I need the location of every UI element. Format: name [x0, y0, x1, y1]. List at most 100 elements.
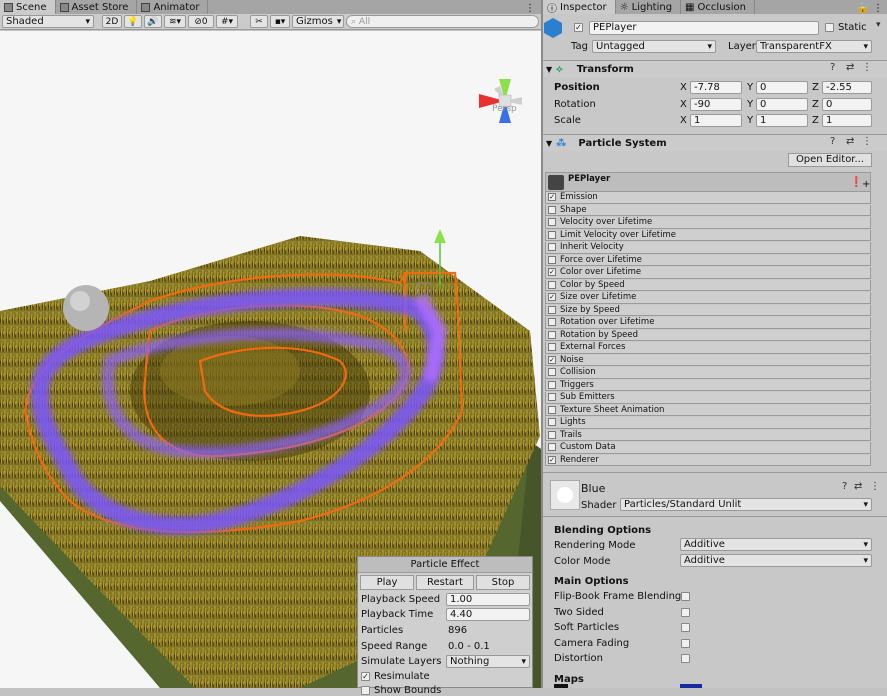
module-checkbox[interactable]	[548, 243, 556, 252]
module-row[interactable]: ✓ Emission	[545, 192, 871, 204]
module-row[interactable]: Custom Data	[545, 442, 871, 454]
tab-lighting[interactable]: ☼ Lighting	[616, 0, 682, 14]
persp-label[interactable]: Persp	[492, 104, 517, 114]
playback-speed-field[interactable]: 1.00	[446, 593, 530, 606]
particle-system-header[interactable]: ▼ ⁂ Particle System	[543, 134, 887, 151]
option-checkbox[interactable]	[681, 623, 690, 633]
module-row[interactable]: Collision	[545, 367, 871, 379]
help-icon[interactable]: ?	[830, 136, 835, 147]
static-checkbox[interactable]	[825, 23, 834, 32]
module-checkbox[interactable]	[548, 393, 556, 402]
shader-dropdown[interactable]: Particles/Standard Unlit	[620, 498, 872, 511]
tab-animator[interactable]: Animator	[137, 0, 209, 14]
shading-mode-dropdown[interactable]: Shaded	[2, 15, 94, 28]
module-row[interactable]: Triggers	[545, 379, 871, 391]
scale-x-field[interactable]: 1	[690, 114, 742, 127]
module-checkbox[interactable]	[548, 218, 556, 227]
module-checkbox[interactable]	[548, 368, 556, 377]
particle-system-block[interactable]: PEPlayer ❗ +	[545, 172, 871, 192]
scale-z-field[interactable]: 1	[822, 114, 872, 127]
resimulate-checkbox[interactable]: ✓	[361, 672, 370, 681]
map-thumbnail[interactable]	[554, 684, 568, 688]
module-checkbox[interactable]	[548, 305, 556, 314]
module-row[interactable]: Shape	[545, 204, 871, 216]
module-row[interactable]: ✓ Noise	[545, 354, 871, 366]
preset-icon[interactable]: ⇄	[854, 481, 862, 492]
audio-toggle-icon[interactable]: 🔊	[144, 15, 162, 28]
module-row[interactable]: Velocity over Lifetime	[545, 217, 871, 229]
module-checkbox[interactable]	[548, 443, 556, 452]
camera-settings-icon[interactable]: ▪▾	[270, 15, 290, 28]
component-menu-icon[interactable]: ⋮	[870, 481, 880, 492]
module-row[interactable]: Size by Speed	[545, 304, 871, 316]
help-icon[interactable]: ?	[830, 62, 835, 73]
color-swatch[interactable]	[680, 684, 702, 688]
restart-button[interactable]: Restart	[416, 575, 474, 590]
hidden-objects-toggle[interactable]: ⊘ 0	[188, 15, 214, 28]
static-dropdown-icon[interactable]: ▾	[876, 20, 881, 30]
module-checkbox[interactable]	[548, 330, 556, 339]
module-row[interactable]: Sub Emitters	[545, 392, 871, 404]
module-checkbox[interactable]: ✓	[548, 293, 556, 302]
pos-x-field[interactable]: -7.78	[690, 81, 742, 94]
help-icon[interactable]: ?	[842, 481, 847, 492]
option-checkbox[interactable]	[681, 654, 690, 664]
module-row[interactable]: Rotation over Lifetime	[545, 317, 871, 329]
module-checkbox[interactable]	[548, 230, 556, 239]
module-checkbox[interactable]	[548, 418, 556, 427]
pos-z-field[interactable]: -2.55	[822, 81, 872, 94]
add-module-icon[interactable]: +	[862, 179, 870, 190]
component-menu-icon[interactable]: ⋮	[862, 136, 872, 147]
tab-scene[interactable]: Scene	[0, 0, 56, 14]
playback-time-field[interactable]: 4.40	[446, 608, 530, 621]
inspector-menu-icon[interactable]: ⋮	[873, 3, 883, 14]
module-row[interactable]: Lights	[545, 417, 871, 429]
option-checkbox[interactable]	[681, 592, 690, 601]
module-row[interactable]: External Forces	[545, 342, 871, 354]
object-name-field[interactable]: PEPlayer	[589, 21, 819, 35]
orientation-gizmo[interactable]	[479, 79, 522, 123]
rot-y-field[interactable]: 0	[756, 98, 808, 111]
module-row[interactable]: Color by Speed	[545, 279, 871, 291]
transform-header[interactable]: ▼ ⟡ Transform	[543, 60, 887, 77]
module-row[interactable]: Force over Lifetime	[545, 254, 871, 266]
module-checkbox[interactable]	[548, 380, 556, 389]
info-icon[interactable]: ❗	[850, 177, 862, 188]
tab-asset-store[interactable]: Asset Store	[56, 0, 138, 14]
gizmos-dropdown[interactable]: Gizmos	[292, 15, 344, 28]
option-checkbox[interactable]	[681, 607, 690, 617]
module-row[interactable]: Texture Sheet Animation	[545, 404, 871, 416]
active-checkbox[interactable]: ✓	[574, 23, 583, 32]
module-row[interactable]: ✓ Size over Lifetime	[545, 292, 871, 304]
grid-toggle-icon[interactable]: #▾	[216, 15, 238, 28]
module-row[interactable]: Inherit Velocity	[545, 242, 871, 254]
show-bounds-checkbox[interactable]	[361, 686, 370, 695]
tab-occlusion[interactable]: ▦ Occlusion	[681, 0, 755, 14]
option-checkbox[interactable]	[681, 638, 690, 648]
rot-x-field[interactable]: -90	[690, 98, 742, 111]
module-checkbox[interactable]	[548, 405, 556, 414]
color-mode-dropdown[interactable]: Additive	[680, 554, 872, 567]
pos-y-field[interactable]: 0	[756, 81, 808, 94]
tab-inspector[interactable]: ⓘ Inspector	[543, 0, 616, 15]
module-row[interactable]: ✓ Renderer	[545, 454, 871, 466]
lock-icon[interactable]: 🔒	[857, 3, 869, 14]
tools-icon[interactable]: ✂	[250, 15, 268, 28]
module-checkbox[interactable]	[548, 430, 556, 439]
rendering-mode-dropdown[interactable]: Additive	[680, 538, 872, 551]
preset-icon[interactable]: ⇄	[846, 136, 854, 147]
module-checkbox[interactable]: ✓	[548, 268, 556, 277]
module-row[interactable]: Trails	[545, 429, 871, 441]
scale-y-field[interactable]: 1	[756, 114, 808, 127]
2d-toggle-button[interactable]: 2D	[102, 15, 122, 28]
module-row[interactable]: Limit Velocity over Lifetime	[545, 229, 871, 241]
rot-z-field[interactable]: 0	[822, 98, 872, 111]
open-editor-button[interactable]: Open Editor...	[788, 153, 872, 167]
module-checkbox[interactable]: ✓	[548, 355, 556, 364]
effects-dropdown-icon[interactable]: ≋▾	[164, 15, 186, 28]
simulate-layers-dropdown[interactable]: Nothing	[446, 655, 530, 668]
lighting-toggle-icon[interactable]: 💡	[124, 15, 142, 28]
module-checkbox[interactable]	[548, 205, 556, 214]
preset-icon[interactable]: ⇄	[846, 62, 854, 73]
play-button[interactable]: Play	[360, 575, 414, 590]
